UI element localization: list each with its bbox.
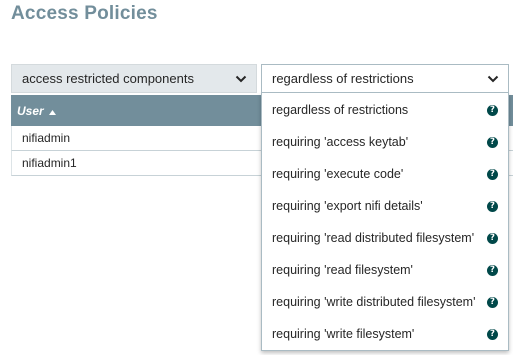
- table-row[interactable]: nifiadmin1: [11, 151, 261, 176]
- dropdown-option[interactable]: requiring 'read filesystem' ?: [262, 254, 508, 286]
- help-icon[interactable]: ?: [487, 296, 498, 308]
- dropdown-option[interactable]: requiring 'write distributed filesystem'…: [262, 286, 508, 318]
- option-label: requiring 'write filesystem': [272, 327, 415, 341]
- policy-type-select-value: access restricted components: [22, 71, 194, 86]
- column-header-user[interactable]: User: [17, 104, 44, 118]
- sort-ascending-icon[interactable]: [48, 104, 56, 118]
- dropdown-option[interactable]: requiring 'read distributed filesystem' …: [262, 222, 508, 254]
- policy-type-select[interactable]: access restricted components: [11, 64, 257, 93]
- option-label: requiring 'execute code': [272, 167, 404, 181]
- option-label: requiring 'read filesystem': [272, 263, 413, 277]
- help-icon[interactable]: ?: [487, 168, 498, 180]
- dropdown-option[interactable]: requiring 'write filesystem' ?: [262, 318, 508, 350]
- dropdown-option[interactable]: requiring 'access keytab' ?: [262, 126, 508, 158]
- help-icon[interactable]: ?: [487, 200, 498, 212]
- option-label: requiring 'export nifi details': [272, 199, 423, 213]
- table-header: User: [11, 95, 261, 126]
- user-name: nifiadmin: [22, 131, 71, 145]
- users-table: User nifiadmin nifiadmin1: [11, 95, 261, 176]
- help-icon[interactable]: ?: [487, 328, 498, 340]
- dropdown-option[interactable]: requiring 'execute code' ?: [262, 158, 508, 190]
- chevron-down-icon: [487, 73, 499, 85]
- restriction-filter-select[interactable]: regardless of restrictions: [261, 64, 509, 93]
- option-label: regardless of restrictions: [272, 103, 409, 117]
- option-label: requiring 'read distributed filesystem': [272, 231, 475, 245]
- help-icon[interactable]: ?: [487, 264, 498, 276]
- dropdown-option[interactable]: regardless of restrictions ?: [262, 94, 508, 126]
- table-row[interactable]: nifiadmin: [11, 126, 261, 151]
- help-icon[interactable]: ?: [487, 232, 498, 244]
- page-title: Access Policies: [11, 3, 158, 24]
- option-label: requiring 'write distributed filesystem': [272, 295, 476, 309]
- user-name: nifiadmin1: [22, 156, 77, 170]
- restriction-filter-select-value: regardless of restrictions: [272, 71, 414, 86]
- dropdown-option[interactable]: requiring 'export nifi details' ?: [262, 190, 508, 222]
- restriction-dropdown-menu: regardless of restrictions ? requiring '…: [261, 93, 509, 351]
- help-icon[interactable]: ?: [487, 136, 498, 148]
- chevron-down-icon: [235, 73, 247, 85]
- option-label: requiring 'access keytab': [272, 135, 409, 149]
- help-icon[interactable]: ?: [487, 104, 498, 116]
